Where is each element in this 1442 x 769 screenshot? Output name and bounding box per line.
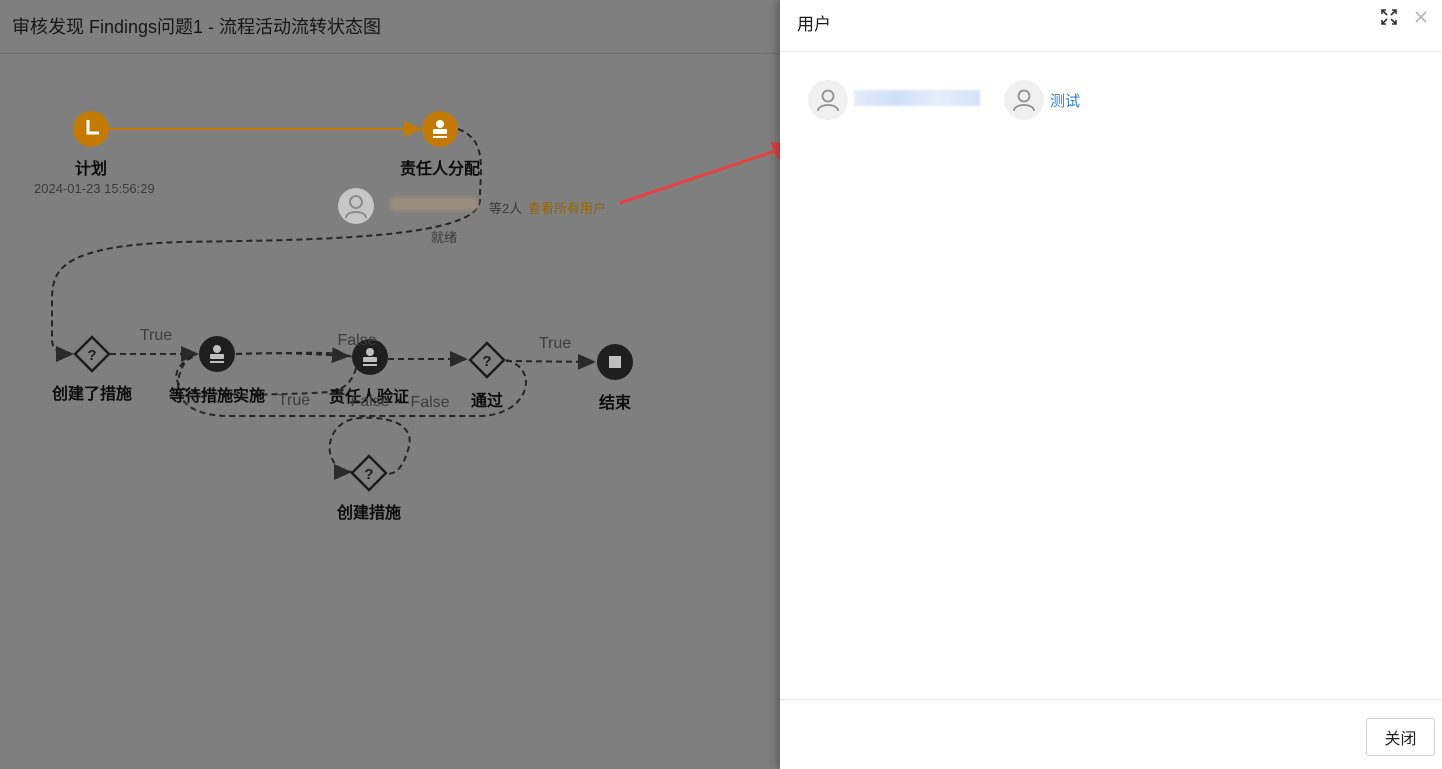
plan-time: 2024-01-23 15:56:29 [34, 181, 155, 196]
svg-text:?: ? [87, 347, 96, 364]
created-measure-label: 创建了措施 [51, 386, 133, 403]
obscured-user-name [390, 197, 478, 211]
svg-text:?: ? [364, 466, 373, 483]
edge-label-false: False [337, 332, 377, 349]
expand-icon[interactable] [1380, 8, 1398, 26]
close-button[interactable]: 关闭 [1366, 718, 1435, 756]
edge-label-true: True [277, 392, 311, 409]
edge-label-true: True [139, 327, 173, 344]
pass-label: 通过 [470, 393, 504, 410]
end-label: 结束 [598, 395, 632, 412]
create-measure-label: 创建措施 [336, 505, 402, 522]
edge-label-false: False [350, 393, 390, 410]
user-item[interactable] [808, 80, 980, 120]
user-item[interactable]: 测试 [1004, 80, 1080, 120]
drawer-title: 用户 [797, 15, 831, 34]
assign-user-suffix: 等2人 [489, 201, 523, 216]
plan-node [73, 111, 109, 147]
assign-label: 责任人分配 [399, 161, 481, 178]
edge-label-false: False [410, 394, 450, 411]
wait-impl-label: 等待措施实施 [168, 388, 266, 405]
edge-label-true: True [538, 335, 572, 352]
users-drawer: 用户 测试 关闭 [780, 0, 1442, 769]
user-name: 测试 [1050, 92, 1081, 110]
svg-text:?: ? [482, 353, 491, 370]
view-all-users-link[interactable]: 查看所有用户 [528, 198, 606, 217]
assign-status: 就绪 [431, 230, 458, 245]
plan-label: 计划 [74, 161, 108, 178]
drawer-header: 用户 [780, 0, 1442, 52]
annotation-arrow [619, 148, 779, 205]
user-avatar-icon [1004, 80, 1044, 120]
user-name-obscured [854, 90, 980, 110]
drawer-footer: 关闭 [780, 699, 1442, 769]
close-icon[interactable] [1412, 8, 1430, 26]
edge-pass-end [505, 353, 596, 370]
assign-user-avatar [338, 188, 374, 224]
user-avatar-icon [808, 80, 848, 120]
